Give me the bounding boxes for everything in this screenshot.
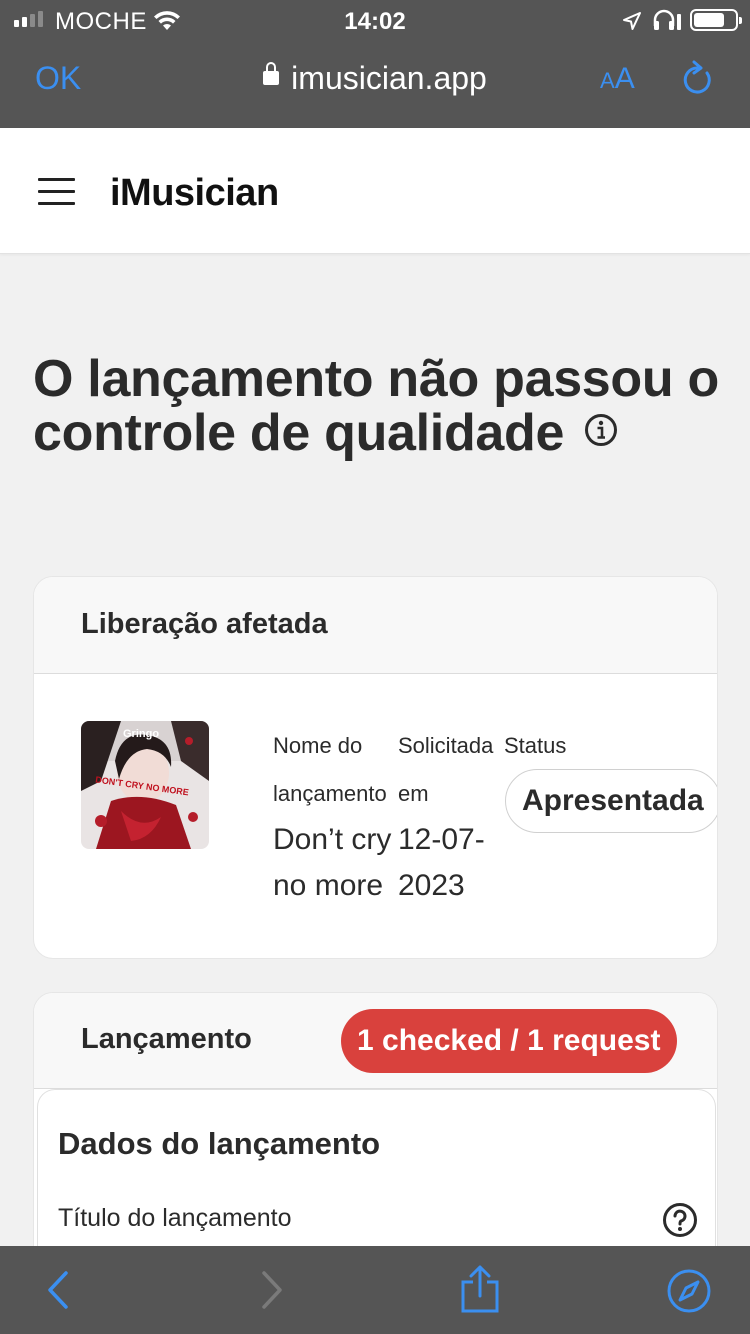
release-name-value: Don’t cry no more <box>273 823 392 902</box>
requested-date-value: 12-07-2023 <box>398 823 485 902</box>
forward-chevron-icon[interactable] <box>258 1270 286 1315</box>
help-icon[interactable] <box>662 1202 698 1243</box>
headphones-icon <box>652 9 682 38</box>
battery-icon <box>690 9 742 31</box>
info-icon[interactable] <box>584 403 618 457</box>
site-header: iMusician <box>0 128 750 254</box>
column-label-status: Status <box>504 733 567 758</box>
lock-icon <box>263 61 280 85</box>
release-title-field-label: Título do lançamento <box>58 1204 292 1232</box>
url-bar: OK imusician.app AA <box>0 40 750 128</box>
location-arrow-icon <box>622 10 642 38</box>
release-section-title: Lançamento <box>81 1023 252 1055</box>
release-cover-art: Gringo DON'T CRY NO MORE <box>81 721 209 849</box>
check-count-badge: 1 checked / 1 request <box>341 1009 677 1073</box>
release-data-title: Dados do lançamento <box>58 1126 381 1161</box>
column-label-name: Nome do lançamento <box>273 733 387 806</box>
affected-release-header: Liberação afetada <box>34 577 717 674</box>
release-status-badge: Apresentada <box>505 769 717 833</box>
compass-icon[interactable] <box>666 1268 712 1319</box>
url-text: imusician.app <box>291 60 487 96</box>
share-icon[interactable] <box>459 1264 501 1319</box>
browser-top-chrome: MOCHE 14:02 OK imusician.app AA <box>0 0 750 128</box>
column-label-requested: Solicitada em <box>398 733 494 806</box>
brand-logo[interactable]: iMusician <box>110 172 279 215</box>
affected-release-card: Liberação afetada Gringo DON'T CRY NO MO… <box>33 576 718 959</box>
text-size-button[interactable]: AA <box>600 62 635 96</box>
hamburger-menu-icon[interactable] <box>38 178 75 206</box>
affected-release-title: Liberação afetada <box>81 608 328 640</box>
cover-artist-text: Gringo <box>123 728 160 740</box>
release-section-header[interactable]: Lançamento 1 checked / 1 request <box>34 993 717 1089</box>
back-chevron-icon[interactable] <box>44 1270 72 1315</box>
page-title: O lançamento não passou o controle de qu… <box>33 350 719 462</box>
browser-bottom-toolbar <box>0 1246 750 1334</box>
status-bar: MOCHE 14:02 <box>0 0 750 40</box>
address-field[interactable]: imusician.app <box>0 60 750 97</box>
reload-icon[interactable] <box>680 60 714 101</box>
